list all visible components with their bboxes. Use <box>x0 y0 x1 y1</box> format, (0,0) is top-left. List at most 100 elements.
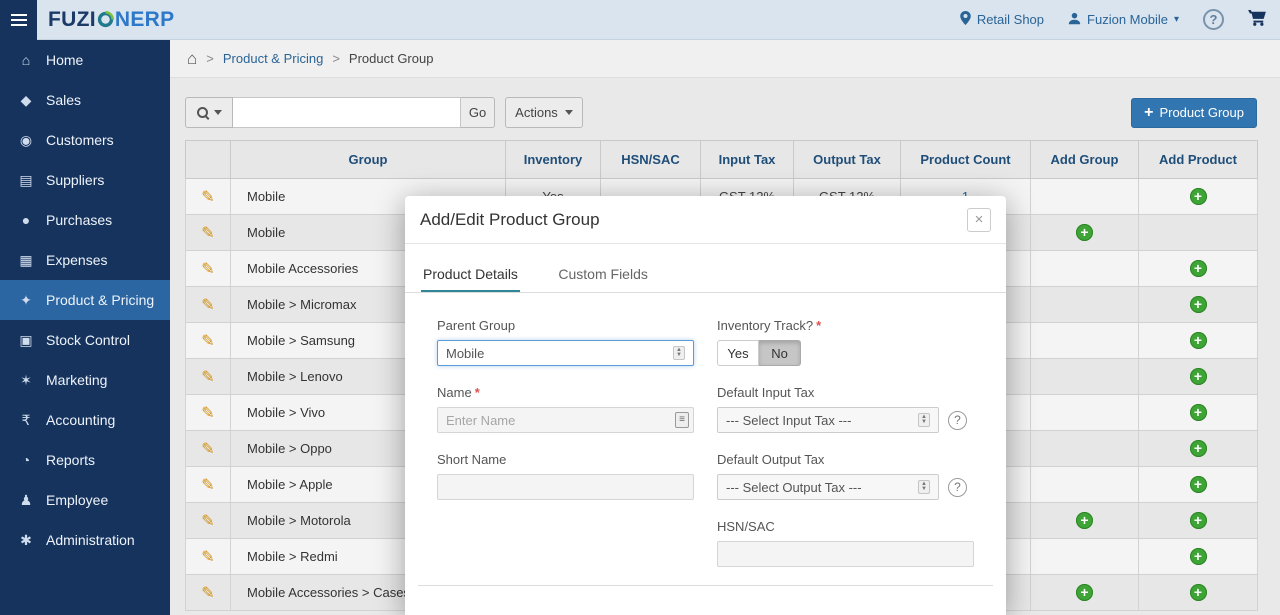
sidebar-item-label: Administration <box>46 532 135 548</box>
hsn-sac-input[interactable] <box>717 541 974 567</box>
edit-pencil-icon[interactable]: ✎ <box>201 189 214 206</box>
add-product-icon[interactable]: + <box>1190 188 1207 205</box>
breadcrumb-separator: > <box>206 51 214 66</box>
cart-button[interactable] <box>1248 10 1266 29</box>
add-group-cell: + <box>1031 359 1139 395</box>
sidebar-item-suppliers[interactable]: ▤ Suppliers <box>0 160 170 200</box>
col-header-group[interactable]: Group <box>231 141 506 179</box>
actions-button-label: Actions <box>515 105 558 120</box>
col-header-add-group[interactable]: Add Group <box>1031 141 1139 179</box>
close-icon[interactable]: × <box>967 208 991 232</box>
col-header-hsn-sac[interactable]: HSN/SAC <box>601 141 701 179</box>
add-product-icon[interactable]: + <box>1190 512 1207 529</box>
add-product-icon[interactable]: + <box>1190 332 1207 349</box>
sidebar-item-accounting[interactable]: ₹ Accounting <box>0 400 170 440</box>
sidebar-item-label: Employee <box>46 492 108 508</box>
default-input-tax-value: --- Select Input Tax --- <box>726 413 851 428</box>
edit-pencil-icon[interactable]: ✎ <box>201 225 214 242</box>
search-input[interactable] <box>233 97 461 128</box>
add-group-cell: + <box>1031 323 1139 359</box>
parent-group-field: Parent Group Mobile ▲▼ <box>437 318 694 366</box>
table-header-row: Group Inventory HSN/SAC Input Tax Output… <box>186 141 1258 179</box>
add-product-cell: + <box>1139 539 1258 575</box>
hamburger-menu-button[interactable] <box>0 0 37 40</box>
edit-pencil-icon[interactable]: ✎ <box>201 549 214 566</box>
output-tax-help-icon[interactable]: ? <box>948 478 967 497</box>
store-name: Retail Shop <box>977 12 1044 27</box>
sidebar-item-product-pricing[interactable]: ✦ Product & Pricing <box>0 280 170 320</box>
edit-cell: ✎ <box>186 575 231 611</box>
add-group-cell: + <box>1031 575 1139 611</box>
col-header-inventory[interactable]: Inventory <box>506 141 601 179</box>
sidebar-item-home[interactable]: ⌂ Home <box>0 40 170 80</box>
add-product-icon[interactable]: + <box>1190 476 1207 493</box>
sidebar-item-administration[interactable]: ✱ Administration <box>0 520 170 560</box>
inventory-yes-button[interactable]: Yes <box>717 340 759 366</box>
breadcrumb-section-link[interactable]: Product & Pricing <box>223 51 323 66</box>
sidebar-item-customers[interactable]: ◉ Customers <box>0 120 170 160</box>
edit-pencil-icon[interactable]: ✎ <box>201 261 214 278</box>
add-group-icon[interactable]: + <box>1076 224 1093 241</box>
sidebar-item-stock-control[interactable]: ▣ Stock Control <box>0 320 170 360</box>
go-button[interactable]: Go <box>461 97 495 128</box>
add-product-group-button[interactable]: + Product Group <box>1131 98 1257 128</box>
edit-pencil-icon[interactable]: ✎ <box>201 405 214 422</box>
edit-pencil-icon[interactable]: ✎ <box>201 369 214 386</box>
sidebar-item-marketing[interactable]: ✶ Marketing <box>0 360 170 400</box>
logo-text-prefix: FUZI <box>48 8 96 32</box>
topbar: FUZI NERP Retail Shop Fuzion Mobile ▾ ? <box>0 0 1280 40</box>
parent-group-select[interactable]: Mobile ▲▼ <box>437 340 694 366</box>
input-tax-help-icon[interactable]: ? <box>948 411 967 430</box>
add-product-icon[interactable]: + <box>1190 440 1207 457</box>
add-group-icon[interactable]: + <box>1076 584 1093 601</box>
col-header-output-tax[interactable]: Output Tax <box>794 141 901 179</box>
home-icon[interactable]: ⌂ <box>187 50 197 67</box>
edit-pencil-icon[interactable]: ✎ <box>201 441 214 458</box>
edit-pencil-icon[interactable]: ✎ <box>201 585 214 602</box>
help-button[interactable]: ? <box>1203 9 1224 30</box>
col-header-product-count[interactable]: Product Count <box>901 141 1031 179</box>
add-product-icon[interactable]: + <box>1190 584 1207 601</box>
user-menu[interactable]: Fuzion Mobile ▾ <box>1068 12 1179 28</box>
add-product-icon[interactable]: + <box>1190 296 1207 313</box>
add-product-icon[interactable]: + <box>1190 548 1207 565</box>
edit-pencil-icon[interactable]: ✎ <box>201 333 214 350</box>
add-group-cell: + <box>1031 503 1139 539</box>
parent-group-label: Parent Group <box>437 318 694 333</box>
default-output-tax-select[interactable]: --- Select Output Tax --- ▲▼ <box>717 474 939 500</box>
edit-pencil-icon[interactable]: ✎ <box>201 297 214 314</box>
add-group-cell: + <box>1031 179 1139 215</box>
sidebar-item-employee[interactable]: ♟ Employee <box>0 480 170 520</box>
col-header-add-product[interactable]: Add Product <box>1139 141 1258 179</box>
short-name-input[interactable] <box>437 474 694 500</box>
name-input[interactable] <box>437 407 694 433</box>
plus-icon: + <box>1144 105 1153 121</box>
add-product-icon[interactable]: + <box>1190 260 1207 277</box>
sidebar-item-reports[interactable]: ◔ Reports <box>0 440 170 480</box>
chevron-down-icon <box>214 110 222 115</box>
edit-cell: ✎ <box>186 215 231 251</box>
add-product-icon[interactable]: + <box>1190 404 1207 421</box>
sidebar-item-label: Marketing <box>46 372 107 388</box>
sidebar-item-purchases[interactable]: ● Purchases <box>0 200 170 240</box>
add-group-icon[interactable]: + <box>1076 512 1093 529</box>
edit-pencil-icon[interactable]: ✎ <box>201 513 214 530</box>
store-selector[interactable]: Retail Shop <box>960 11 1044 28</box>
add-product-cell: + <box>1139 467 1258 503</box>
app-logo[interactable]: FUZI NERP <box>48 8 174 32</box>
select-stepper-icon: ▲▼ <box>918 413 930 427</box>
add-product-icon[interactable]: + <box>1190 368 1207 385</box>
col-header-input-tax[interactable]: Input Tax <box>701 141 794 179</box>
sidebar-item-sales[interactable]: ◆ Sales <box>0 80 170 120</box>
breadcrumb-current: Product Group <box>349 51 434 66</box>
tab-product-details[interactable]: Product Details <box>421 261 520 292</box>
sidebar-item-icon: ✶ <box>17 372 35 389</box>
edit-cell: ✎ <box>186 395 231 431</box>
sidebar-item-expenses[interactable]: ▦ Expenses <box>0 240 170 280</box>
edit-pencil-icon[interactable]: ✎ <box>201 477 214 494</box>
actions-button[interactable]: Actions <box>505 97 583 128</box>
search-filter-button[interactable] <box>185 97 233 128</box>
default-input-tax-select[interactable]: --- Select Input Tax --- ▲▼ <box>717 407 939 433</box>
tab-custom-fields[interactable]: Custom Fields <box>556 261 649 292</box>
inventory-no-button[interactable]: No <box>759 340 801 366</box>
